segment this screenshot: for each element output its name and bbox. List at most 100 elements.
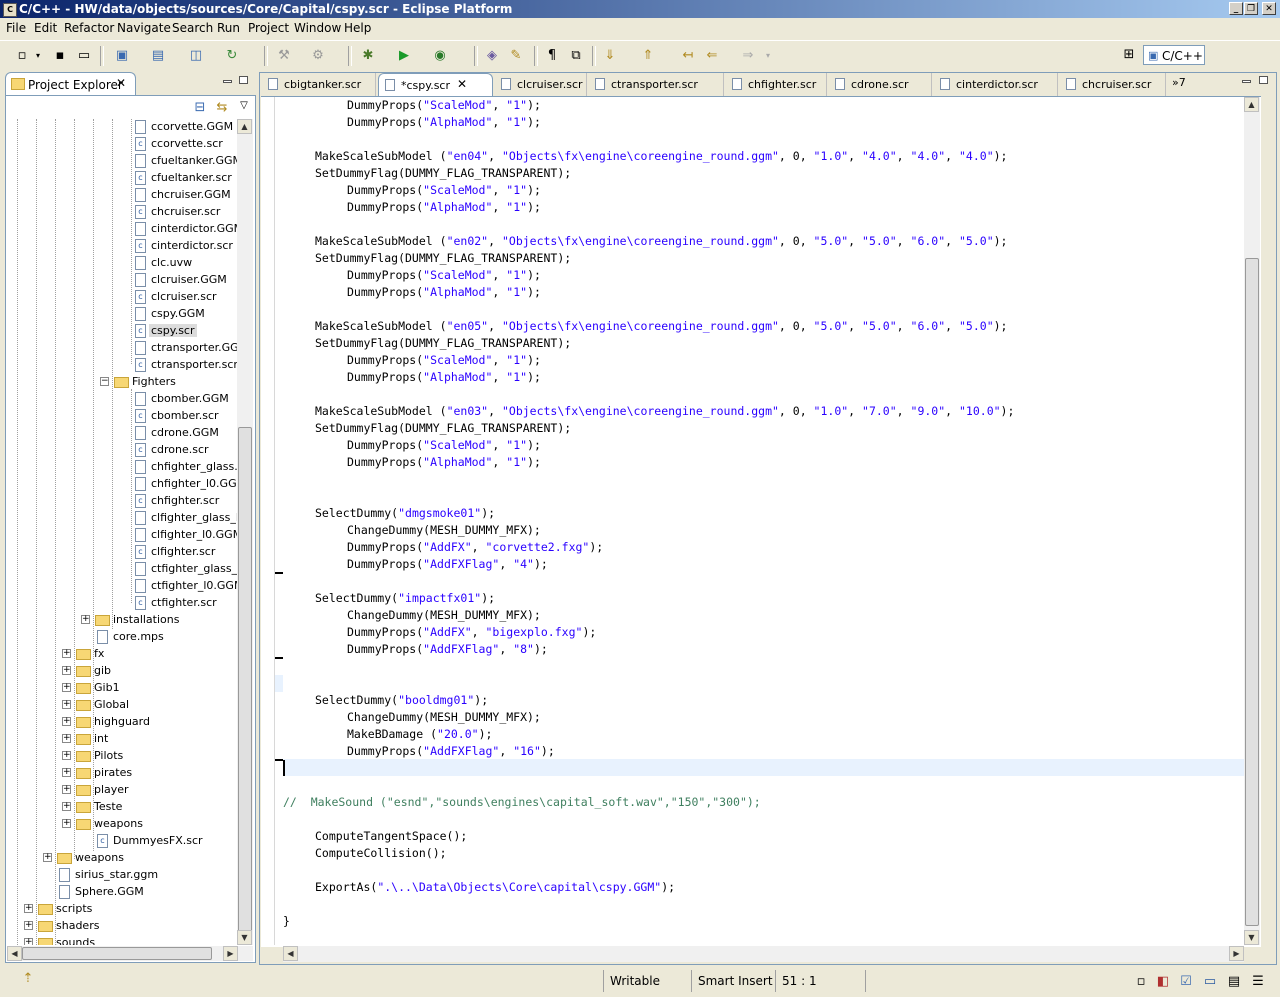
scroll-left-icon[interactable]: ◀ xyxy=(7,946,22,961)
back-icon[interactable]: ⇐ xyxy=(704,48,720,64)
menu-help[interactable]: Help xyxy=(344,21,371,35)
tree-file[interactable]: cspy.GGM xyxy=(7,306,237,323)
tree-folder[interactable]: + weapons xyxy=(7,816,237,833)
tree-folder[interactable]: + player xyxy=(7,782,237,799)
tree-file[interactable]: c chcruiser.scr xyxy=(7,204,237,221)
tree-folder[interactable]: − Fighters xyxy=(7,374,237,391)
editor-tab[interactable]: clcruiser.scr xyxy=(495,73,587,96)
tree-file[interactable]: c ccorvette.scr xyxy=(7,136,237,153)
tree-file[interactable]: c ctfighter.scr xyxy=(7,595,237,612)
editor-tab[interactable]: cbigtanker.scr xyxy=(262,73,376,96)
expand-icon[interactable]: + xyxy=(81,615,90,624)
tree-file[interactable]: c clfighter.scr xyxy=(7,544,237,561)
new-dropdown-icon[interactable]: ▾ xyxy=(30,48,46,64)
editor-tab[interactable]: cinterdictor.scr xyxy=(934,73,1058,96)
gear-icon[interactable]: ⚙ xyxy=(310,48,326,64)
menu-window[interactable]: Window xyxy=(294,21,341,35)
menu-project[interactable]: Project xyxy=(248,21,289,35)
project-explorer-tab[interactable]: Project Explorer ✕ xyxy=(5,72,136,96)
forward-dropdown-icon[interactable]: ▾ xyxy=(760,48,776,64)
tree-file[interactable]: clfighter_glass_l0.GGM xyxy=(7,510,237,527)
expand-icon[interactable]: + xyxy=(24,904,33,913)
tree-file[interactable]: ccorvette.GGM xyxy=(7,119,237,136)
next-annotation-icon[interactable]: ⇓ xyxy=(602,48,618,64)
tree-file[interactable]: c ctransporter.scr xyxy=(7,357,237,374)
scroll-down-icon[interactable]: ▼ xyxy=(237,930,252,945)
editor-tab[interactable]: cdrone.scr xyxy=(829,73,932,96)
expand-icon[interactable]: + xyxy=(62,802,71,811)
expand-icon[interactable]: + xyxy=(62,751,71,760)
close-view-icon[interactable]: ✕ xyxy=(116,76,126,90)
editor-scroll-down-icon[interactable]: ▼ xyxy=(1244,930,1259,945)
new-icon[interactable]: ▫ xyxy=(14,48,30,64)
tree-file[interactable]: sirius_star.ggm xyxy=(7,867,237,884)
new-folder-icon[interactable]: ▤ xyxy=(150,48,166,64)
view-menu-icon[interactable]: ▽ xyxy=(236,98,252,114)
tree-folder[interactable]: + weapons xyxy=(7,850,237,867)
tree-file[interactable]: ctransporter.GGM xyxy=(7,340,237,357)
tree-scroll-thumb[interactable] xyxy=(238,427,252,945)
tree-file[interactable]: c DummyesFX.scr xyxy=(7,833,237,850)
editor-maximize-button[interactable] xyxy=(1259,76,1268,84)
expand-icon[interactable]: + xyxy=(62,683,71,692)
menu-refactor[interactable]: Refactor xyxy=(64,21,114,35)
editor-scroll-right-icon[interactable]: ▶ xyxy=(1229,946,1244,961)
expand-icon[interactable]: + xyxy=(62,717,71,726)
editor-tab[interactable]: chcruiser.scr xyxy=(1060,73,1166,96)
tree-folder[interactable]: + pirates xyxy=(7,765,237,782)
link-with-editor-icon[interactable]: ⇆ xyxy=(214,100,230,116)
tree-file[interactable]: cfueltanker.GGM xyxy=(7,153,237,170)
tree-file[interactable]: chfighter_l0.GGM xyxy=(7,476,237,493)
tree-folder[interactable]: + gib xyxy=(7,663,237,680)
previous-annotation-icon[interactable]: ⇑ xyxy=(640,48,656,64)
tree-file[interactable]: ctfighter_glass_l0.GGM xyxy=(7,561,237,578)
tree-file[interactable]: c cdrone.scr xyxy=(7,442,237,459)
tree-file[interactable]: cdrone.GGM xyxy=(7,425,237,442)
editor-tab[interactable]: ctransporter.scr xyxy=(589,73,724,96)
close-button[interactable]: ✕ xyxy=(1262,2,1276,15)
expand-icon[interactable]: + xyxy=(62,649,71,658)
expand-icon[interactable]: + xyxy=(62,785,71,794)
fast-view-icon[interactable]: ⇡ xyxy=(20,971,36,987)
build-icon[interactable]: ⚒ xyxy=(276,48,292,64)
progress-icon[interactable]: ▫ xyxy=(1133,974,1149,990)
tree-folder[interactable]: + shaders xyxy=(7,918,237,935)
editor-tab[interactable]: chfighter.scr xyxy=(726,73,827,96)
expand-icon[interactable]: + xyxy=(24,921,33,930)
editor-scroll-left-icon[interactable]: ◀ xyxy=(283,946,298,961)
minimize-button[interactable]: _ xyxy=(1229,2,1243,15)
expand-icon[interactable]: + xyxy=(62,768,71,777)
tree-file[interactable]: c cfueltanker.scr xyxy=(7,170,237,187)
tree-horizontal-scrollbar[interactable]: ◀ ▶ xyxy=(7,946,253,961)
external-tools-icon[interactable]: ◉ xyxy=(432,48,448,64)
tree-file[interactable]: clfighter_l0.GGM xyxy=(7,527,237,544)
tree-file[interactable]: core.mps xyxy=(7,629,237,646)
tasks-icon[interactable]: ☑ xyxy=(1178,974,1194,990)
tree-folder[interactable]: + Global xyxy=(7,697,237,714)
scroll-up-icon[interactable]: ▲ xyxy=(237,119,252,134)
more-tabs-indicator[interactable]: »7 xyxy=(1172,76,1186,89)
scroll-right-icon[interactable]: ▶ xyxy=(223,946,238,961)
tree-folder[interactable]: + int xyxy=(7,731,237,748)
tree-file[interactable]: c cspy.scr xyxy=(7,323,237,340)
tree-vertical-scrollbar[interactable]: ▲ ▼ xyxy=(237,119,253,945)
open-perspective-icon[interactable]: ⊞ xyxy=(1121,47,1137,63)
minimize-view-button[interactable] xyxy=(223,80,232,83)
collapse-all-icon[interactable]: ⊟ xyxy=(192,100,208,116)
tree-folder[interactable]: + sounds xyxy=(7,935,237,945)
properties-icon[interactable]: ▤ xyxy=(1226,974,1242,990)
outline-icon[interactable]: ☰ xyxy=(1250,974,1266,990)
expand-icon[interactable]: + xyxy=(24,938,33,945)
tree-file[interactable]: Sphere.GGM xyxy=(7,884,237,901)
last-edit-icon[interactable]: ↤ xyxy=(680,48,696,64)
toggle-mark-icon[interactable]: ¶ xyxy=(544,48,560,64)
tree-file[interactable]: clcruiser.GGM xyxy=(7,272,237,289)
tree-file[interactable]: c cinterdictor.scr xyxy=(7,238,237,255)
editor-vertical-scrollbar[interactable]: ▲ ▼ xyxy=(1244,97,1260,945)
tree-folder[interactable]: + Teste xyxy=(7,799,237,816)
forward-icon[interactable]: ⇒ xyxy=(740,48,756,64)
problems-icon[interactable]: ◧ xyxy=(1155,974,1171,990)
print-icon[interactable]: ▭ xyxy=(76,48,92,64)
code-content[interactable]: DummyProps("ScaleMod", "1"); DummyProps("… xyxy=(283,97,1243,945)
editor-scroll-up-icon[interactable]: ▲ xyxy=(1244,97,1259,112)
